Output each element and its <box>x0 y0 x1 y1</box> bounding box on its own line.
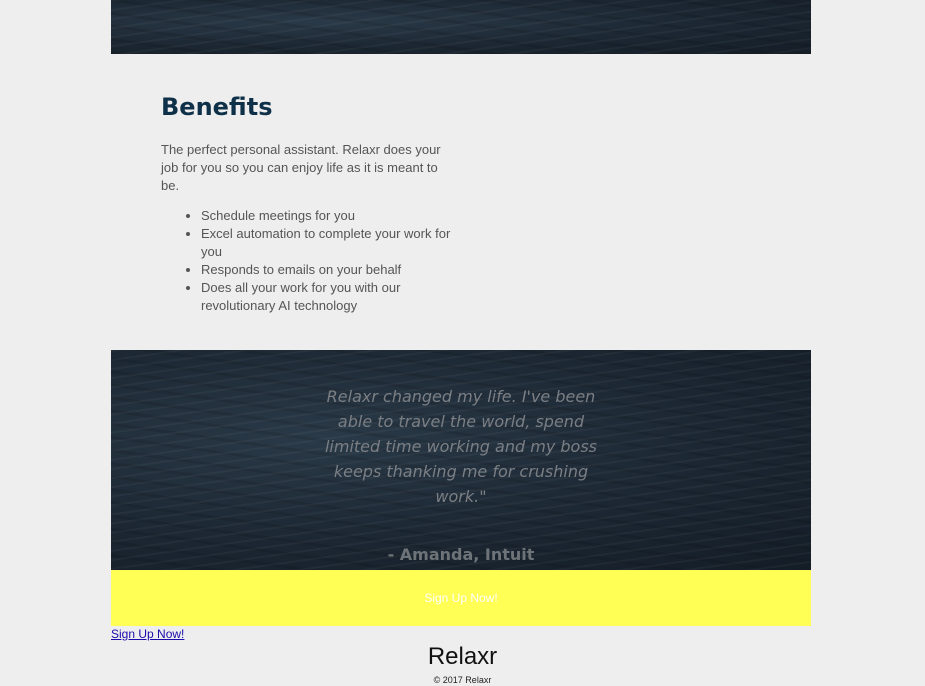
sign-up-link[interactable]: Sign Up Now! <box>111 627 184 641</box>
list-item: Schedule meetings for you <box>201 207 451 225</box>
benefits-heading: Benefits <box>161 93 273 121</box>
list-item: Responds to emails on your behalf <box>201 261 451 279</box>
benefits-intro: The perfect personal assistant. Relaxr d… <box>161 142 441 193</box>
benefits-list: Schedule meetings for you Excel automati… <box>161 207 451 315</box>
sign-up-button[interactable]: Sign Up Now! <box>111 570 811 626</box>
footer-copyright: © 2017 Relaxr <box>433 675 492 685</box>
testimonial-author: - Amanda, Intuit <box>387 545 535 564</box>
testimonial-section: Relaxr changed my life. I've been able t… <box>111 350 811 570</box>
list-item: Does all your work for you with our revo… <box>201 279 451 315</box>
benefits-section: Benefits The perfect personal assistant.… <box>161 90 451 315</box>
list-item: Excel automation to complete your work f… <box>201 225 451 261</box>
testimonial-quote: Relaxr changed my life. I've been able t… <box>324 387 597 506</box>
hero-image <box>111 0 811 54</box>
footer-brand: Relaxr <box>427 643 498 670</box>
